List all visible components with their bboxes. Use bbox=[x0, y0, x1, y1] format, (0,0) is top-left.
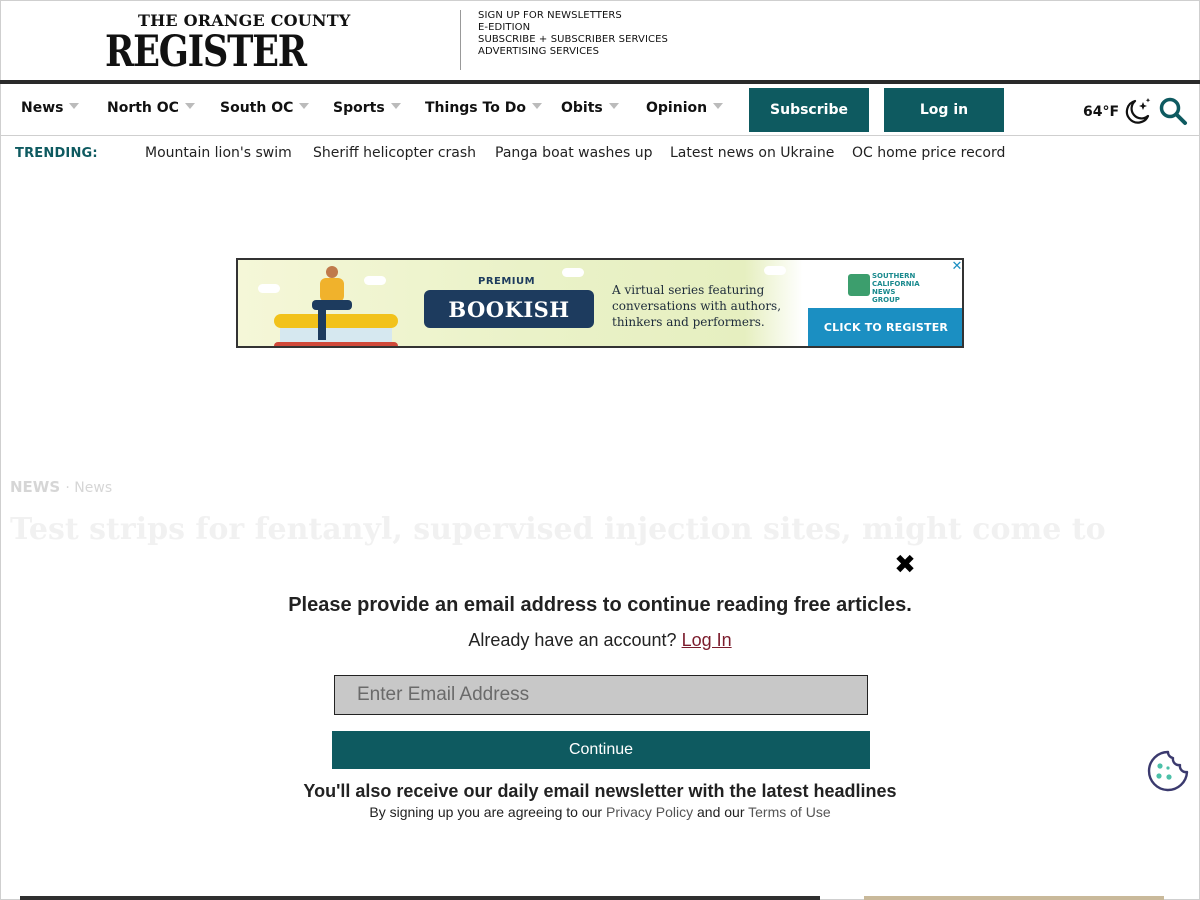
reader-torso bbox=[320, 278, 344, 302]
article-title: Test strips for fentanyl, supervised inj… bbox=[10, 512, 1106, 546]
nav-item-label: Obits bbox=[561, 100, 603, 116]
modal-heading: Please provide an email address to conti… bbox=[288, 594, 912, 616]
nav-item-news[interactable]: News bbox=[21, 100, 80, 116]
chevron-down-icon bbox=[608, 103, 619, 109]
chevron-down-icon bbox=[531, 103, 542, 109]
account-text: Already have an account? bbox=[468, 630, 677, 650]
trending-link[interactable]: Sheriff helicopter crash bbox=[313, 145, 476, 161]
kicker-subsection[interactable]: News bbox=[74, 480, 112, 496]
cloud-decoration bbox=[258, 284, 280, 293]
chevron-down-icon bbox=[390, 103, 401, 109]
weather-widget[interactable]: 64°F bbox=[1083, 98, 1152, 126]
trending-link[interactable]: Mountain lion's swim bbox=[145, 145, 292, 161]
reader-leg bbox=[318, 306, 326, 340]
trending-link[interactable]: Latest news on Ukraine bbox=[670, 145, 834, 161]
account-prompt: Already have an account? Log In bbox=[200, 630, 1000, 651]
e-edition-link[interactable]: E-EDITION bbox=[478, 22, 668, 34]
header-divider bbox=[460, 10, 461, 70]
site-logo[interactable]: THE ORANGE COUNTY REGISTER bbox=[105, 12, 357, 77]
nav-item-label: Sports bbox=[333, 100, 385, 116]
trending-link[interactable]: OC home price record bbox=[852, 145, 1005, 161]
legal-mid: and our bbox=[697, 804, 745, 820]
nav-item-label: Things To Do bbox=[425, 100, 526, 116]
email-field[interactable] bbox=[334, 675, 868, 715]
nav-item-south-oc[interactable]: South OC bbox=[220, 100, 310, 116]
cloud-decoration bbox=[364, 276, 386, 285]
subscriber-services-link[interactable]: SUBSCRIBE + SUBSCRIBER SERVICES bbox=[478, 34, 668, 46]
cloud-decoration bbox=[764, 266, 786, 275]
ad-description: A virtual series featuring conversations… bbox=[612, 283, 782, 329]
cloud-decoration bbox=[562, 268, 584, 277]
trending-bar: TRENDING: Mountain lion's swim Sheriff h… bbox=[0, 136, 1200, 170]
advertising-services-link[interactable]: ADVERTISING SERVICES bbox=[478, 46, 668, 58]
weather-temperature: 64°F bbox=[1083, 104, 1120, 120]
nav-item-label: South OC bbox=[220, 100, 294, 116]
logo-big-text: REGISTER bbox=[105, 27, 307, 77]
ad-banner[interactable]: PREMIUM BOOKISH A virtual series featuri… bbox=[236, 258, 964, 348]
chevron-down-icon bbox=[69, 103, 80, 109]
sponsor-logo: SOUTHERN CALIFORNIA NEWS GROUP bbox=[846, 272, 922, 304]
kicker-separator: · bbox=[65, 480, 75, 496]
nav-item-label: North OC bbox=[107, 100, 179, 116]
terms-of-use-link[interactable]: Terms of Use bbox=[748, 804, 830, 820]
moon-stars-icon bbox=[1125, 98, 1151, 124]
reader-head bbox=[326, 266, 338, 278]
legal-prefix: By signing up you are agreeing to our bbox=[369, 804, 603, 820]
sponsor-name: SOUTHERN CALIFORNIA NEWS GROUP bbox=[872, 272, 920, 304]
kicker-section[interactable]: NEWS bbox=[10, 478, 60, 496]
legal-text: By signing up you are agreeing to our Pr… bbox=[200, 804, 1000, 820]
header-links: SIGN UP FOR NEWSLETTERS E-EDITION SUBSCR… bbox=[478, 10, 668, 58]
newsletters-link[interactable]: SIGN UP FOR NEWSLETTERS bbox=[478, 10, 668, 22]
search-icon[interactable] bbox=[1158, 96, 1188, 126]
ad-premium-label: PREMIUM bbox=[478, 276, 536, 287]
close-icon[interactable]: ✖ bbox=[892, 552, 918, 578]
nav-item-label: Opinion bbox=[646, 100, 708, 116]
image-strip-right bbox=[864, 896, 1164, 900]
login-link[interactable]: Log In bbox=[682, 630, 732, 650]
main-nav: News North OC South OC Sports Things To … bbox=[0, 84, 1200, 136]
article-kicker: NEWS · News bbox=[10, 478, 112, 496]
masthead: THE ORANGE COUNTY REGISTER SIGN UP FOR N… bbox=[0, 0, 1200, 80]
nav-item-label: News bbox=[21, 100, 64, 116]
continue-button[interactable]: Continue bbox=[332, 731, 870, 769]
bottom-image-strip bbox=[0, 896, 1200, 900]
newsletter-note: You'll also receive our daily email news… bbox=[303, 781, 897, 801]
login-button[interactable]: Log in bbox=[884, 88, 1004, 132]
trending-label: TRENDING: bbox=[15, 146, 98, 161]
nav-item-opinion[interactable]: Opinion bbox=[646, 100, 724, 116]
trending-link[interactable]: Panga boat washes up bbox=[495, 145, 652, 161]
chevron-down-icon bbox=[184, 103, 195, 109]
privacy-policy-link[interactable]: Privacy Policy bbox=[606, 804, 693, 820]
cookie-icon[interactable] bbox=[1147, 750, 1189, 792]
nav-item-obits[interactable]: Obits bbox=[561, 100, 619, 116]
palm-logo-icon bbox=[848, 274, 870, 296]
nav-item-things-to-do[interactable]: Things To Do bbox=[425, 100, 542, 116]
nav-item-north-oc[interactable]: North OC bbox=[107, 100, 195, 116]
chevron-down-icon bbox=[713, 103, 724, 109]
reader-illustration bbox=[312, 266, 352, 340]
image-strip-left bbox=[20, 896, 820, 900]
subscribe-button[interactable]: Subscribe bbox=[749, 88, 869, 132]
ad-register-button[interactable]: CLICK TO REGISTER bbox=[808, 308, 962, 346]
ad-title: BOOKISH bbox=[424, 290, 594, 328]
book-shape bbox=[274, 342, 398, 346]
nav-item-sports[interactable]: Sports bbox=[333, 100, 401, 116]
chevron-down-icon bbox=[299, 103, 310, 109]
ad-close-icon[interactable]: ✕ bbox=[950, 260, 962, 274]
